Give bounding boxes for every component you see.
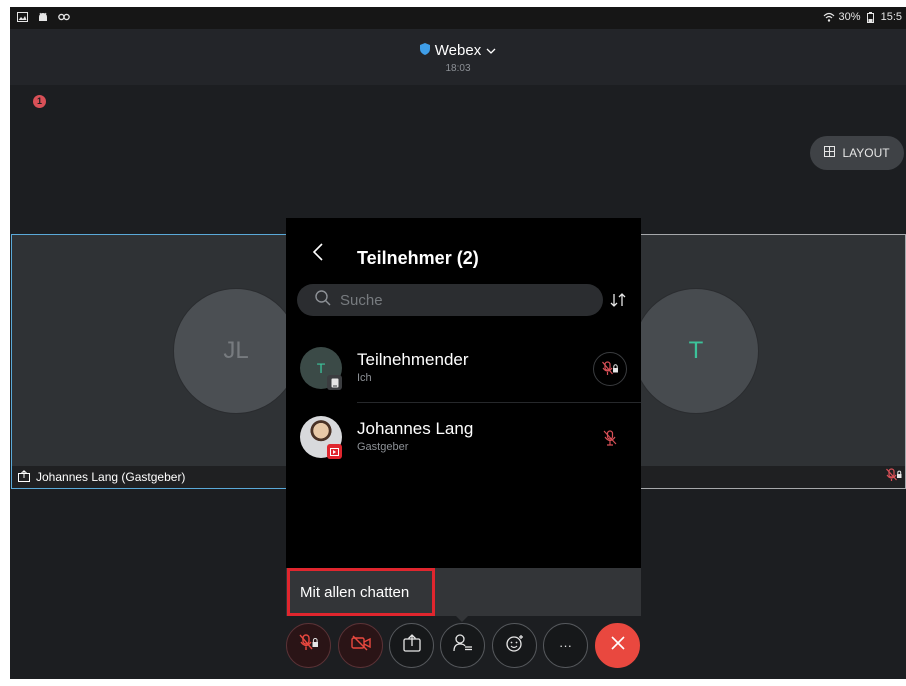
- participants-panel: Teilnehmer (2) T Teilnehmender Ich: [286, 218, 641, 616]
- layout-label: LAYOUT: [842, 146, 890, 160]
- back-button[interactable]: [312, 242, 324, 262]
- share-icon: [18, 469, 30, 485]
- participant-name: Johannes Lang: [357, 419, 474, 438]
- participant-name: Teilnehmender: [357, 350, 469, 369]
- wifi-icon: [823, 11, 835, 23]
- search-bar[interactable]: [297, 284, 603, 316]
- tile-name-label: [640, 466, 905, 488]
- mic-muted-lock-icon: [886, 468, 902, 487]
- android-icon: [37, 11, 49, 23]
- search-icon: [315, 289, 331, 311]
- gallery-notification-icon: [16, 11, 28, 23]
- meeting-title-dropdown[interactable]: Webex: [10, 42, 906, 59]
- participant-row-host[interactable]: Johannes Lang Gastgeber: [286, 408, 641, 468]
- webex-meeting-screen: 30% 15:5 Webex 18:03 1 LAYOUT JL Johanne…: [10, 7, 906, 679]
- participants-icon: [452, 634, 473, 657]
- presenting-icon: [327, 444, 342, 459]
- video-off-icon: [350, 635, 371, 656]
- video-tile-johannes[interactable]: JL Johannes Lang (Gastgeber): [11, 234, 295, 489]
- tile-name: Johannes Lang (Gastgeber): [36, 470, 186, 484]
- status-bar: 30% 15:5: [10, 7, 906, 29]
- participant-role: Ich: [357, 372, 372, 384]
- participant-role: Gastgeber: [357, 441, 409, 453]
- tooltip-caret: [456, 616, 468, 622]
- more-button[interactable]: ···: [543, 623, 588, 668]
- battery-icon: [865, 11, 877, 23]
- video-button[interactable]: [338, 623, 383, 668]
- layout-button[interactable]: LAYOUT: [810, 136, 904, 170]
- video-tile-self[interactable]: T: [640, 234, 906, 489]
- mic-muted-lock-icon: [298, 634, 319, 657]
- reactions-button[interactable]: [492, 623, 537, 668]
- clock: 15:5: [880, 11, 902, 23]
- tablet-icon: [327, 375, 342, 390]
- share-icon: [402, 634, 421, 657]
- end-call-button[interactable]: [595, 623, 640, 668]
- meeting-header: Webex 18:03: [10, 29, 906, 85]
- participant-row-self[interactable]: T Teilnehmender Ich: [286, 339, 641, 399]
- chat-with-everyone-button[interactable]: Mit allen chatten: [287, 568, 435, 616]
- meeting-title: Webex: [434, 42, 482, 59]
- end-call-icon: [610, 635, 626, 656]
- alert-badge[interactable]: 1: [33, 95, 46, 108]
- participants-button[interactable]: [440, 623, 485, 668]
- panel-title: Teilnehmer (2): [357, 248, 479, 268]
- avatar: JL: [173, 288, 295, 414]
- reaction-icon: [505, 634, 524, 657]
- sort-icon[interactable]: [609, 291, 627, 309]
- mute-button[interactable]: [286, 623, 331, 668]
- battery-percent: 30%: [838, 11, 861, 23]
- chevron-down-icon: [486, 42, 496, 59]
- avatar: T: [640, 288, 759, 414]
- meeting-duration: 18:03: [445, 63, 471, 74]
- tile-name-label: Johannes Lang (Gastgeber): [12, 466, 295, 488]
- grid-icon: [824, 146, 836, 160]
- webex-notification-icon: [58, 11, 70, 23]
- mic-muted-icon[interactable]: [601, 429, 619, 447]
- divider: [357, 402, 641, 403]
- share-button[interactable]: [389, 623, 434, 668]
- mic-muted-lock-icon[interactable]: [593, 352, 627, 386]
- search-input[interactable]: [340, 291, 580, 309]
- more-icon: ···: [559, 638, 572, 653]
- control-bar: ···: [10, 623, 906, 671]
- shield-icon: [419, 42, 430, 59]
